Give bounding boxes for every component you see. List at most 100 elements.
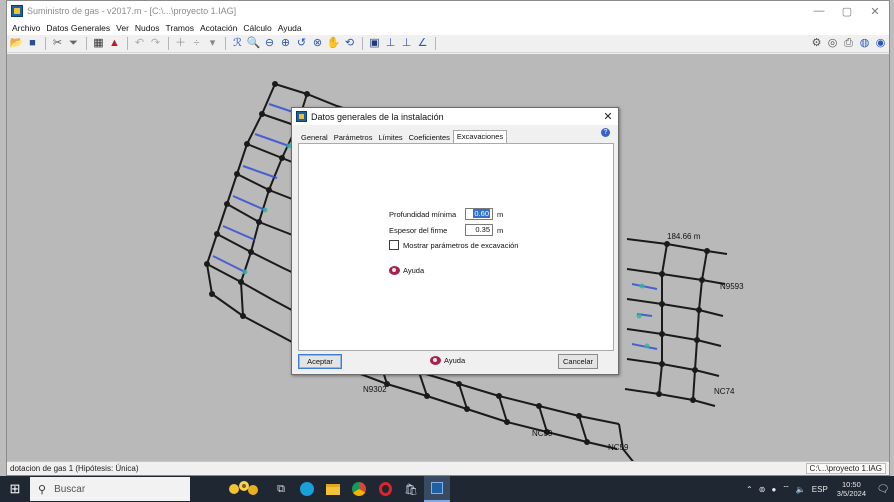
select-icon[interactable]: ℛ (230, 37, 245, 51)
menu-nudos[interactable]: Nudos (132, 23, 163, 33)
toolbar-separator (45, 37, 46, 50)
save-icon[interactable]: ■ (25, 37, 40, 51)
cancel-button[interactable]: Cancelar (558, 354, 598, 369)
zoom-in-icon[interactable]: 🔍 (246, 37, 261, 51)
add-node-icon[interactable]: ＋ (173, 37, 188, 51)
panel-help-link[interactable]: Ayuda (389, 266, 424, 275)
print-icon[interactable]: ⎙ (841, 37, 856, 51)
menu-ayuda[interactable]: Ayuda (275, 23, 305, 33)
open-folder-icon[interactable]: 📂 (9, 37, 24, 51)
language-indicator[interactable]: ESP (812, 485, 828, 494)
node-label: N9593 (720, 282, 744, 291)
clock[interactable]: 10:50 3/5/2024 (837, 480, 866, 498)
toolbar-separator (168, 37, 169, 50)
menu-archivo[interactable]: Archivo (9, 23, 43, 33)
tab-general[interactable]: General (298, 131, 331, 143)
accept-button[interactable]: Aceptar (298, 354, 342, 369)
help-button[interactable]: Ayuda (430, 356, 465, 365)
edge-browser-icon[interactable] (294, 476, 320, 502)
espesor-row: Espesor del firme 0.35 m (389, 224, 503, 236)
filter-icon[interactable]: ⏷ (66, 37, 81, 51)
results-icon[interactable]: ⚙ (809, 37, 824, 51)
chrome-icon[interactable] (346, 476, 372, 502)
network-icon[interactable]: ◉ (873, 37, 888, 51)
app-icon (296, 111, 307, 122)
help-button-label: Ayuda (444, 356, 466, 365)
mostrar-label[interactable]: Mostrar parámetros de excavación (403, 241, 518, 250)
tab-limites[interactable]: Límites (375, 131, 405, 143)
grid-icon[interactable]: ▦ (91, 37, 106, 51)
app-icon (11, 5, 23, 17)
maximize-button[interactable]: ▢ (833, 5, 861, 18)
store-icon[interactable]: 🛍 (398, 476, 424, 502)
notification-icon[interactable]: 🗨 (872, 484, 894, 495)
opera-icon[interactable] (372, 476, 398, 502)
view-icon[interactable]: ◎ (825, 37, 840, 51)
menu-tramos[interactable]: Tramos (162, 23, 197, 33)
search-icon: ⚲ (38, 483, 47, 496)
taskbar-search[interactable]: ⚲ Buscar (30, 477, 190, 501)
profundidad-unit: m (497, 209, 504, 219)
minimize-button[interactable]: — (805, 5, 833, 17)
toolbar-separator (435, 37, 436, 50)
espesor-unit: m (497, 225, 504, 235)
toolbar: 📂 ■ ✂ ⏷ ▦ ▲ ↶ ↷ ＋ ÷ ▾ ℛ 🔍 ⊖ ⊕ ↺ ⊗ ✋ ⟲ ▣ … (7, 35, 889, 53)
excavaciones-panel: Profundidad mínima 0.60 m Espesor del fi… (298, 143, 614, 351)
menu-acotacion[interactable]: Acotación (197, 23, 240, 33)
node-label: NC74 (714, 387, 735, 396)
help-icon[interactable]: ? (601, 128, 610, 137)
cut-icon[interactable]: ✂ (50, 37, 65, 51)
file-explorer-icon[interactable] (320, 476, 346, 502)
dialog-close-button[interactable]: ✕ (598, 110, 618, 123)
clock-date: 3/5/2024 (836, 489, 866, 498)
menu-bar: Archivo Datos Generales Ver Nudos Tramos… (7, 21, 889, 35)
zoom-previous-icon[interactable]: ↺ (294, 37, 309, 51)
toolbar-separator (362, 37, 363, 50)
pan-icon[interactable]: ✋ (326, 37, 341, 51)
layer-icon[interactable]: ▲ (107, 37, 122, 51)
panel-help-label: Ayuda (403, 266, 425, 275)
mostrar-checkbox[interactable] (389, 240, 399, 250)
dimension-line-icon[interactable]: ⊥ (399, 37, 414, 51)
dropdown-arrow-icon[interactable]: ▾ (205, 37, 220, 51)
calculate-icon[interactable]: ▣ (367, 37, 382, 51)
espesor-input[interactable]: 0.35 (465, 224, 493, 236)
angle-icon[interactable]: ∠ (415, 37, 430, 51)
tab-excavaciones[interactable]: Excavaciones (452, 130, 508, 143)
gas-app-taskbar-icon[interactable] (424, 476, 450, 502)
profundidad-input[interactable]: 0.60 (465, 208, 493, 220)
dimension-label: 184.66 m (667, 232, 701, 241)
flower-decoration-icon (229, 481, 258, 495)
zoom-all-icon[interactable]: ⊗ (310, 37, 325, 51)
close-button[interactable]: ✕ (861, 5, 889, 18)
volume-icon[interactable]: 🔈 (796, 485, 806, 494)
insert-node-icon[interactable]: ÷ (189, 37, 204, 51)
zoom-window-icon[interactable]: ⊕ (278, 37, 293, 51)
mostrar-row: Mostrar parámetros de excavación (389, 240, 518, 250)
globe-icon[interactable]: ◍ (857, 37, 872, 51)
chevron-up-icon[interactable]: ⌃ (746, 485, 753, 494)
dialog-title-bar[interactable]: Datos generales de la instalación ✕ (292, 108, 618, 125)
chrome-tray-icon[interactable]: ● (771, 485, 776, 494)
menu-calculo[interactable]: Cálculo (240, 23, 274, 33)
wifi-icon[interactable]: ⌔ (782, 484, 790, 494)
undo-icon[interactable]: ↶ (132, 37, 147, 51)
tab-parametros[interactable]: Parámetros (331, 131, 376, 143)
menu-ver[interactable]: Ver (113, 23, 132, 33)
node-label: N9302 (363, 385, 387, 394)
help-icon (430, 356, 441, 365)
toolbar-separator (86, 37, 87, 50)
status-hypothesis: dotacion de gas 1 (Hipótesis: Única) (10, 464, 139, 473)
windows-start-icon[interactable]: ⊞ (0, 481, 30, 497)
profundidad-row: Profundidad mínima 0.60 m (389, 208, 503, 220)
redo-icon[interactable]: ↷ (148, 37, 163, 51)
menu-datos-generales[interactable]: Datos Generales (43, 23, 113, 33)
task-view-icon[interactable]: ⧉ (268, 476, 294, 502)
dimension-icon[interactable]: ⊥ (383, 37, 398, 51)
redraw-icon[interactable]: ⟲ (342, 37, 357, 51)
network-icon[interactable]: ⊚ (759, 485, 766, 494)
zoom-out-icon[interactable]: ⊖ (262, 37, 277, 51)
tab-coeficientes[interactable]: Coeficientes (406, 131, 453, 143)
dialog-title: Datos generales de la instalación (311, 111, 444, 122)
dialog-tabs: General Parámetros Límites Coeficientes … (298, 130, 508, 143)
